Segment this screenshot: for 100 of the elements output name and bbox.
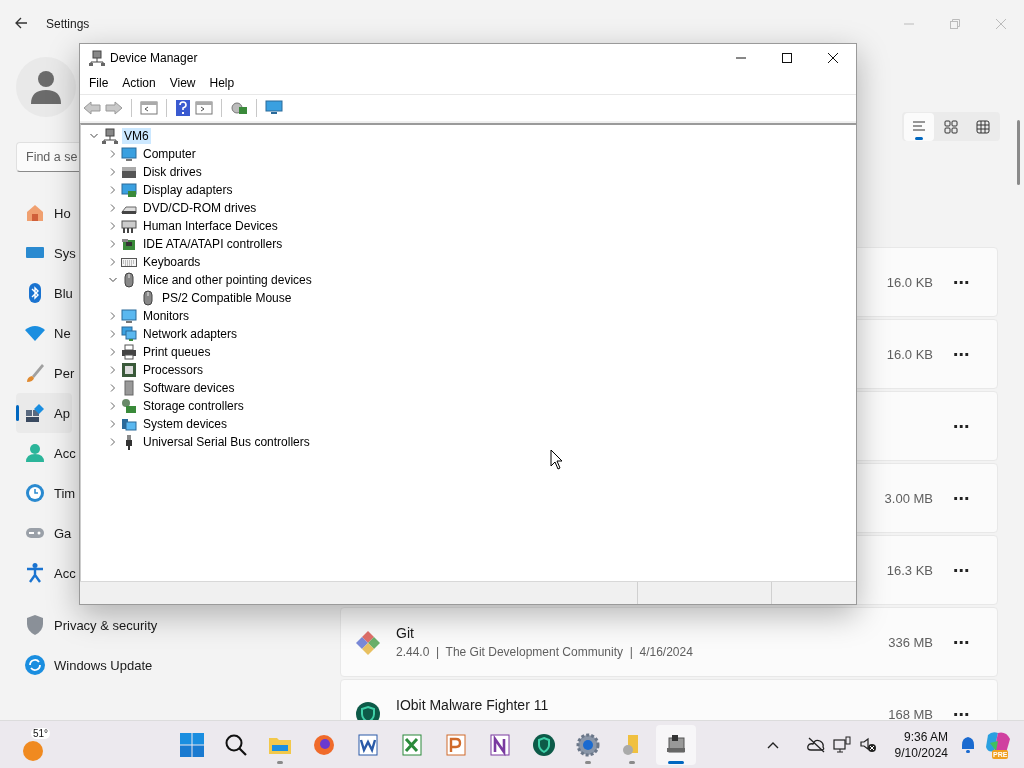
- windows-logo-icon: [180, 732, 204, 757]
- scrollbar[interactable]: [1017, 120, 1020, 185]
- more-button[interactable]: ⋯: [945, 482, 977, 514]
- clock-icon: [24, 482, 46, 504]
- tree-item[interactable]: DVD/CD-ROM drives: [141, 200, 259, 216]
- restore-icon[interactable]: [950, 19, 960, 29]
- nav-item[interactable]: Per: [16, 353, 77, 393]
- expand-chevron-icon[interactable]: [109, 168, 117, 176]
- nav-item[interactable]: Windows Update: [16, 645, 155, 685]
- more-button[interactable]: ⋯: [945, 554, 977, 586]
- nav-item[interactable]: Ho: [16, 193, 73, 233]
- update-icon: [24, 654, 46, 676]
- printer-icon: [121, 344, 137, 360]
- more-button[interactable]: ⋯: [945, 698, 977, 720]
- shield-icon: [24, 614, 46, 636]
- expand-chevron-icon[interactable]: [109, 312, 117, 320]
- expand-chevron-icon[interactable]: [109, 330, 117, 338]
- help-icon[interactable]: [175, 100, 191, 116]
- nav-item[interactable]: Ne: [16, 313, 73, 353]
- collapse-chevron-icon[interactable]: [109, 276, 117, 284]
- tree-item[interactable]: Processors: [141, 362, 206, 378]
- nav-item[interactable]: Privacy & security: [16, 605, 160, 645]
- window-pane-icon[interactable]: [140, 100, 158, 116]
- nav-item[interactable]: Acc: [16, 433, 78, 473]
- network-display-icon[interactable]: [832, 735, 851, 754]
- tree-item[interactable]: Storage controllers: [141, 398, 246, 414]
- nav-item[interactable]: Acc: [16, 553, 78, 593]
- tree-item[interactable]: Print queues: [141, 344, 213, 360]
- maximize-icon[interactable]: [782, 53, 792, 63]
- menu-item[interactable]: View: [162, 73, 203, 93]
- tree-item[interactable]: VM6: [122, 128, 151, 144]
- expand-chevron-icon[interactable]: [109, 240, 117, 248]
- expand-chevron-icon[interactable]: [109, 258, 117, 266]
- tree-item[interactable]: Monitors: [141, 308, 191, 324]
- window-title: Device Manager: [110, 51, 198, 65]
- date-label: 9/10/2024: [894, 744, 948, 761]
- collapse-chevron-icon[interactable]: [90, 132, 98, 140]
- tree-item[interactable]: Universal Serial Bus controllers: [141, 434, 312, 450]
- close-icon[interactable]: [828, 53, 838, 63]
- clock[interactable]: 9:36 AM 9/10/2024: [894, 728, 948, 761]
- tree-item[interactable]: Keyboards: [141, 254, 203, 270]
- tree-item[interactable]: PS/2 Compatible Mouse: [160, 290, 294, 306]
- bell-icon[interactable]: [960, 735, 976, 754]
- tree-item[interactable]: Display adapters: [141, 182, 235, 198]
- back-arrow-icon[interactable]: [14, 15, 28, 30]
- mouse-pointer-icon: [550, 449, 563, 470]
- more-button[interactable]: ⋯: [945, 410, 977, 442]
- tree-item[interactable]: System devices: [141, 416, 230, 432]
- mouse-icon: [121, 272, 137, 288]
- speaker-muted-icon[interactable]: [858, 735, 877, 754]
- more-button[interactable]: ⋯: [945, 338, 977, 370]
- expand-chevron-icon[interactable]: [109, 438, 117, 446]
- view-toggle[interactable]: [904, 113, 934, 141]
- computer-network-icon: [102, 128, 118, 144]
- nav-item[interactable]: Sys: [16, 233, 78, 273]
- search-field[interactable]: Find a se: [16, 142, 79, 172]
- expand-chevron-icon[interactable]: [109, 348, 117, 356]
- tree-item[interactable]: IDE ATA/ATAPI controllers: [141, 236, 285, 252]
- expand-chevron-icon[interactable]: [109, 186, 117, 194]
- monitor-icon: [121, 308, 137, 324]
- tree-item[interactable]: Network adapters: [141, 326, 240, 342]
- tree-item[interactable]: Computer: [141, 146, 198, 162]
- cloud-off-icon[interactable]: [806, 736, 825, 753]
- monitor-icon[interactable]: [265, 100, 283, 116]
- nav-item[interactable]: Ga: [16, 513, 74, 553]
- tree-item[interactable]: Software devices: [141, 380, 237, 396]
- app-details: 2.44.0 | The Git Development Community | 4/16/2024: [396, 645, 694, 659]
- shield-logo-icon: [531, 731, 557, 758]
- temperature-label: 51°: [31, 727, 51, 739]
- tree-item[interactable]: Disk drives: [141, 164, 204, 180]
- tree-item[interactable]: Human Interface Devices: [141, 218, 280, 234]
- scan-hardware-icon[interactable]: [230, 100, 248, 116]
- expand-chevron-icon[interactable]: [109, 222, 117, 230]
- tree-item[interactable]: Mice and other pointing devices: [141, 272, 314, 288]
- gear-icon: [575, 731, 601, 758]
- expand-chevron-icon[interactable]: [109, 150, 117, 158]
- expand-chevron-icon[interactable]: [109, 402, 117, 410]
- expand-chevron-icon[interactable]: [109, 204, 117, 212]
- more-button[interactable]: ⋯: [945, 626, 977, 658]
- drive-icon: [121, 164, 137, 180]
- app-size: 16.0 KB: [886, 346, 933, 362]
- expand-chevron-icon[interactable]: [109, 420, 117, 428]
- person-silhouette-icon: [30, 70, 62, 104]
- menu-item[interactable]: File: [82, 73, 116, 93]
- nav-item[interactable]: Ap: [16, 393, 72, 433]
- nav-item[interactable]: Tim: [16, 473, 78, 513]
- chevron-up-icon[interactable]: [766, 740, 779, 749]
- expand-chevron-icon[interactable]: [109, 384, 117, 392]
- taskbar-app[interactable]: [656, 724, 696, 765]
- forward-arrow-icon[interactable]: [105, 100, 123, 116]
- more-button[interactable]: ⋯: [945, 266, 977, 298]
- menu-item[interactable]: Help: [202, 73, 242, 93]
- expand-chevron-icon[interactable]: [109, 366, 117, 374]
- window-pane-icon[interactable]: [195, 100, 213, 116]
- menu-item[interactable]: Action: [115, 73, 163, 93]
- nav-item[interactable]: Blu: [16, 273, 75, 313]
- brush-icon: [24, 362, 46, 384]
- processor-icon: [121, 362, 137, 378]
- app-size: 16.0 KB: [886, 274, 933, 290]
- computer-network-icon: [89, 50, 105, 66]
